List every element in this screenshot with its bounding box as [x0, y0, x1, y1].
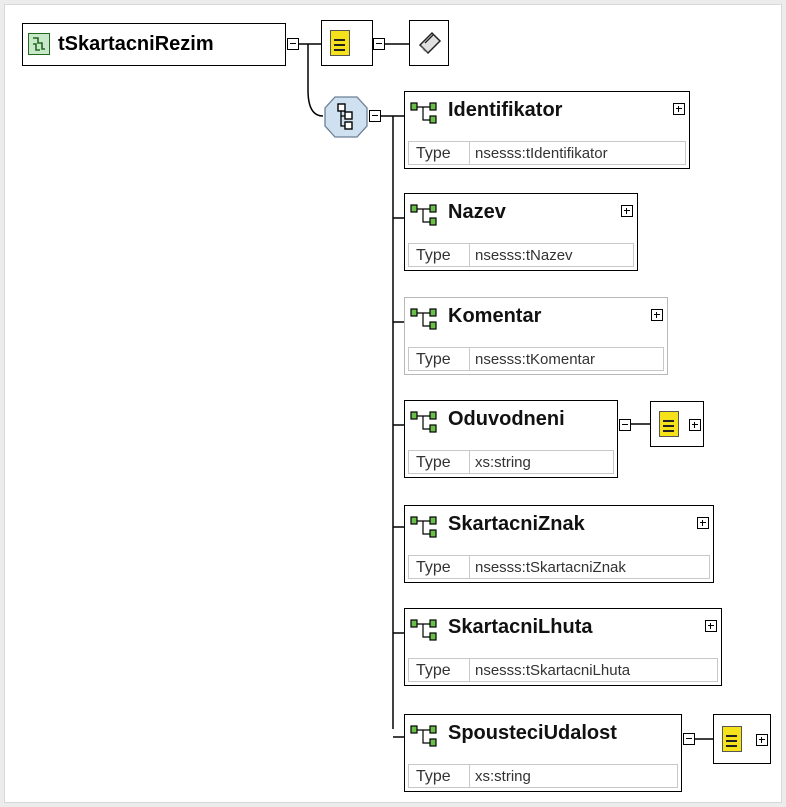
expand-toggle[interactable] [756, 734, 768, 746]
type-row: Type nsesss:tIdentifikator [408, 141, 686, 165]
type-key-cell: Type [409, 451, 470, 473]
type-row: Type nsesss:tKomentar [408, 347, 664, 371]
element-icon [410, 515, 442, 546]
expand-toggle[interactable] [651, 309, 663, 321]
appinfo-icon [418, 31, 442, 55]
type-value: nsesss:tKomentar [475, 351, 596, 368]
element-box[interactable]: Komentar Type nsesss:tKomentar [404, 297, 668, 375]
expand-toggle[interactable] [689, 419, 701, 431]
element-icon [410, 307, 442, 338]
type-key-label: Type [416, 247, 451, 264]
sequence-compositor-icon [324, 96, 368, 138]
type-key-label: Type [416, 662, 451, 679]
element-header: Oduvodneni [405, 401, 617, 440]
element-header: SpousteciUdalost [405, 715, 681, 754]
element-box[interactable]: Nazev Type nsesss:tNazev [404, 193, 638, 271]
root-complex-type[interactable]: tSkartacniRezim [22, 23, 286, 66]
element-icon [410, 724, 442, 755]
type-key-label: Type [416, 145, 451, 162]
type-key-label: Type [416, 559, 451, 576]
type-value: xs:string [475, 768, 531, 785]
type-key-cell: Type [409, 765, 470, 787]
documentation-icon [659, 411, 679, 437]
expand-toggle[interactable] [673, 103, 685, 115]
collapse-toggle[interactable] [287, 38, 299, 50]
sequence-compositor[interactable] [323, 95, 369, 139]
type-key-label: Type [416, 768, 451, 785]
documentation-icon [330, 30, 350, 56]
element-box[interactable]: SpousteciUdalost Type xs:string [404, 714, 682, 792]
type-value: nsesss:tSkartacniZnak [475, 559, 626, 576]
element-icon [410, 203, 442, 234]
type-value: nsesss:tSkartacniLhuta [475, 662, 631, 679]
element-box[interactable]: SkartacniZnak Type nsesss:tSkartacniZnak [404, 505, 714, 583]
collapse-toggle[interactable] [369, 110, 381, 122]
expand-toggle[interactable] [705, 620, 717, 632]
type-key-cell: Type [409, 244, 470, 266]
element-icon [410, 410, 442, 441]
element-name: Komentar [448, 305, 542, 327]
element-header: SkartacniLhuta [405, 609, 721, 648]
root-type-name: tSkartacniRezim [58, 33, 214, 55]
annotation-box[interactable] [713, 714, 771, 764]
element-box[interactable]: Identifikator Type nsesss:tIdentifikator [404, 91, 690, 169]
annotation-box[interactable] [650, 401, 704, 447]
type-key-label: Type [416, 454, 451, 471]
type-key-label: Type [416, 351, 451, 368]
element-name: SkartacniZnak [448, 513, 585, 535]
collapse-toggle[interactable] [619, 419, 631, 431]
element-box[interactable]: SkartacniLhuta Type nsesss:tSkartacniLhuta [404, 608, 722, 686]
complex-type-icon [28, 33, 50, 55]
expand-toggle[interactable] [621, 205, 633, 217]
element-name: Identifikator [448, 99, 563, 121]
element-icon [410, 618, 442, 649]
element-header: Komentar [405, 298, 667, 337]
type-key-cell: Type [409, 556, 470, 578]
expand-toggle[interactable] [697, 517, 709, 529]
type-row: Type xs:string [408, 450, 614, 474]
type-row: Type xs:string [408, 764, 678, 788]
documentation-icon [722, 726, 742, 752]
element-header: Identifikator [405, 92, 689, 131]
type-value: nsesss:tIdentifikator [475, 145, 608, 162]
type-row: Type nsesss:tNazev [408, 243, 634, 267]
element-name: SpousteciUdalost [448, 722, 617, 744]
type-key-cell: Type [409, 348, 470, 370]
type-value: nsesss:tNazev [475, 247, 573, 264]
type-key-cell: Type [409, 142, 470, 164]
schema-diagram: tSkartacniRezim Identifikator Type nsesss:… [4, 4, 782, 803]
element-box[interactable]: Oduvodneni Type xs:string [404, 400, 618, 478]
type-value: xs:string [475, 454, 531, 471]
element-name: Oduvodneni [448, 408, 565, 430]
element-icon [410, 101, 442, 132]
type-row: Type nsesss:tSkartacniZnak [408, 555, 710, 579]
element-header: SkartacniZnak [405, 506, 713, 545]
element-name: Nazev [448, 201, 506, 223]
type-row: Type nsesss:tSkartacniLhuta [408, 658, 718, 682]
collapse-toggle[interactable] [683, 733, 695, 745]
element-name: SkartacniLhuta [448, 616, 593, 638]
appinfo-box[interactable] [409, 20, 449, 66]
type-key-cell: Type [409, 659, 470, 681]
annotation-box[interactable] [321, 20, 373, 66]
element-header: Nazev [405, 194, 637, 233]
collapse-toggle[interactable] [373, 38, 385, 50]
